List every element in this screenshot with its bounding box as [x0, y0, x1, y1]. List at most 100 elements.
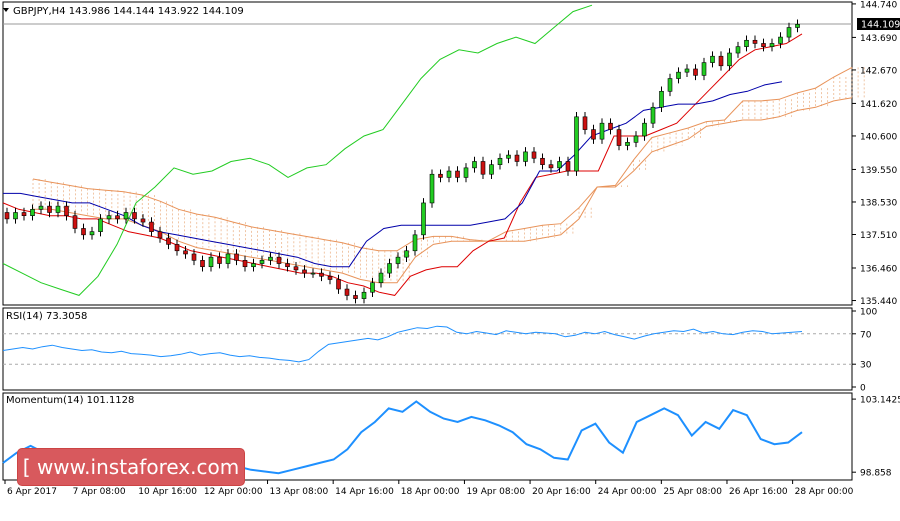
main-y-tick-label: 140.600 — [860, 132, 897, 142]
candle-bull — [599, 122, 605, 140]
main-chart-title: GBPJPY,H4 143.986 144.144 143.922 144.10… — [13, 6, 244, 17]
candle-bull — [378, 272, 384, 283]
momentum-title: Momentum(14) 101.1128 — [6, 395, 134, 406]
rsi-y-tick-label: 0 — [860, 384, 866, 394]
candle-bull — [404, 250, 409, 258]
last-price-label: 144.109 — [861, 20, 900, 31]
candle-bear — [166, 237, 171, 245]
candle-bear — [157, 231, 163, 239]
candle-bear — [132, 212, 137, 220]
candle-bear — [455, 170, 460, 178]
rsi-y-tick-label: 30 — [860, 361, 872, 371]
main-y-tick-label: 144.740 — [860, 0, 897, 10]
main-y-tick-label: 143.690 — [860, 34, 897, 44]
candle-bear — [285, 263, 290, 268]
candle-bear — [47, 205, 52, 213]
candle-bear — [4, 212, 10, 220]
candle-bear — [353, 295, 358, 299]
candle-bear — [276, 256, 282, 264]
candle-bear — [582, 116, 588, 130]
candle-bear — [693, 68, 698, 76]
candle-bull — [727, 52, 732, 67]
candle-bull — [523, 151, 528, 162]
main-y-tick-label: 138.530 — [860, 198, 897, 208]
candle-bear — [565, 161, 571, 172]
candle-bull — [38, 205, 44, 210]
main-y-tick-label: 137.510 — [860, 231, 897, 241]
candle-bull — [268, 256, 273, 261]
candle-bull — [650, 106, 656, 124]
candle-bear — [217, 256, 222, 264]
candle-bull — [667, 78, 673, 92]
candle-bull — [361, 291, 367, 299]
candle-bull — [89, 231, 95, 236]
candle-bear — [140, 218, 146, 223]
candle-bear — [242, 260, 248, 268]
x-tick-label: 25 Apr 08:00 — [663, 487, 722, 497]
candle-bull — [446, 170, 452, 178]
candle-bull — [387, 263, 392, 274]
candle-bear — [438, 173, 443, 178]
momentum-y-tick-label: 103.1425 — [860, 396, 900, 406]
candle-bull — [786, 27, 792, 38]
candle-bull — [412, 234, 418, 252]
candle-bull — [684, 68, 690, 73]
candle-bull — [701, 62, 707, 76]
watermark-logo: [ www.instaforex.com ] — [18, 449, 244, 515]
candle-bull — [225, 253, 231, 264]
candle-bull — [778, 36, 783, 44]
rsi-title: RSI(14) 73.3058 — [6, 311, 87, 322]
candle-bear — [761, 43, 766, 47]
candle-bear — [514, 154, 520, 162]
main-y-tick-label: 141.620 — [860, 100, 897, 110]
candle-bear — [81, 228, 86, 236]
candle-bear — [591, 129, 596, 140]
candle-bear — [115, 215, 120, 220]
candle-bear — [344, 288, 350, 296]
x-tick-label: 24 Apr 00:00 — [598, 487, 657, 497]
candle-bull — [642, 122, 647, 137]
candle-bear — [327, 275, 333, 280]
candle-bull — [735, 46, 741, 54]
candle-bull — [574, 116, 579, 172]
candle-bear — [319, 272, 324, 277]
candle-bull — [633, 135, 639, 143]
candle-bear — [183, 250, 188, 255]
candle-bull — [106, 215, 112, 220]
candle-bull — [429, 173, 435, 204]
candle-bull — [123, 212, 129, 220]
candle-bear — [21, 212, 27, 216]
x-tick-label: 26 Apr 16:00 — [729, 487, 788, 497]
candle-bear — [531, 151, 537, 159]
chart-svg: 144.740 143.690 142.670 141.620 140.600 139.5… — [0, 0, 900, 500]
candle-bull — [55, 205, 61, 213]
candle-bear — [293, 266, 299, 271]
candle-bear — [548, 164, 554, 169]
candle-bull — [795, 24, 800, 28]
candle-bear — [72, 215, 78, 229]
main-y-tick-label: 139.550 — [860, 166, 897, 176]
candle-bull — [744, 39, 749, 47]
momentum-y-tick-label: 98.858 — [860, 469, 892, 479]
candle-bull — [625, 142, 630, 146]
candle-bull — [557, 161, 562, 169]
candle-bear — [608, 122, 613, 130]
candle-bull — [310, 272, 316, 275]
candle-bull — [676, 71, 681, 79]
candle-bull — [506, 154, 511, 159]
x-tick-label: 28 Apr 00:00 — [795, 487, 854, 497]
candle-bear — [200, 260, 205, 268]
x-tick-label: 19 Apr 08:00 — [466, 487, 525, 497]
candle-bull — [208, 256, 214, 268]
x-tick-label: 6 Apr 2017 — [7, 487, 57, 497]
chart-background — [0, 0, 900, 500]
x-tick-label: 12 Apr 00:00 — [204, 487, 263, 497]
candle-bull — [251, 263, 256, 268]
candle-bull — [659, 91, 664, 108]
x-tick-label: 10 Apr 16:00 — [138, 487, 197, 497]
candle-bear — [540, 157, 545, 165]
candle-bull — [710, 55, 715, 63]
x-tick-label: 13 Apr 08:00 — [270, 487, 329, 497]
x-tick-label: 7 Apr 08:00 — [73, 487, 126, 497]
candle-bull — [497, 157, 503, 165]
